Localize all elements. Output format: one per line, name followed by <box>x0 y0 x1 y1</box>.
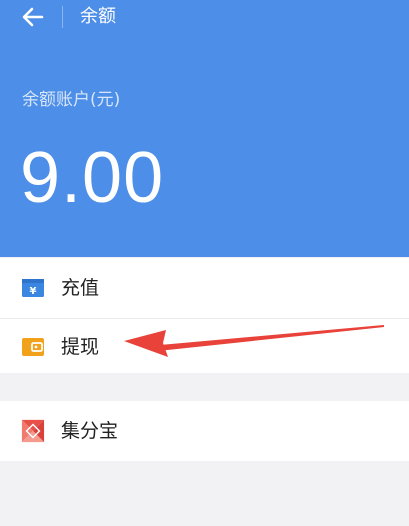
jifenbao-label: 集分宝 <box>61 420 119 442</box>
bottom-blank-area <box>0 461 409 526</box>
back-button[interactable] <box>16 2 50 32</box>
balance-amount: 9.00 <box>20 138 165 218</box>
navigation-bar: 余额 <box>0 0 409 36</box>
balance-header: 余额 余额账户(元) 9.00 <box>0 0 409 257</box>
nav-divider <box>62 6 63 28</box>
balance-label: 余额账户(元) <box>22 90 121 110</box>
balance-screen: 余额 余额账户(元) 9.00 ¥ 充值 提现 集分宝 <box>0 0 409 526</box>
withdraw-label: 提现 <box>61 335 100 358</box>
recharge-label: 充值 <box>61 277 100 299</box>
withdraw-row[interactable]: 提现 <box>0 318 409 374</box>
section-gap <box>0 373 409 401</box>
page-title: 余额 <box>80 6 116 27</box>
svg-text:¥: ¥ <box>30 286 37 297</box>
wallet-icon <box>21 335 45 359</box>
arrow-left-icon <box>22 7 44 27</box>
jifenbao-row[interactable]: 集分宝 <box>0 401 409 461</box>
jifenbao-icon <box>21 419 45 443</box>
yuan-card-icon: ¥ <box>21 276 45 300</box>
recharge-row[interactable]: ¥ 充值 <box>0 258 409 318</box>
